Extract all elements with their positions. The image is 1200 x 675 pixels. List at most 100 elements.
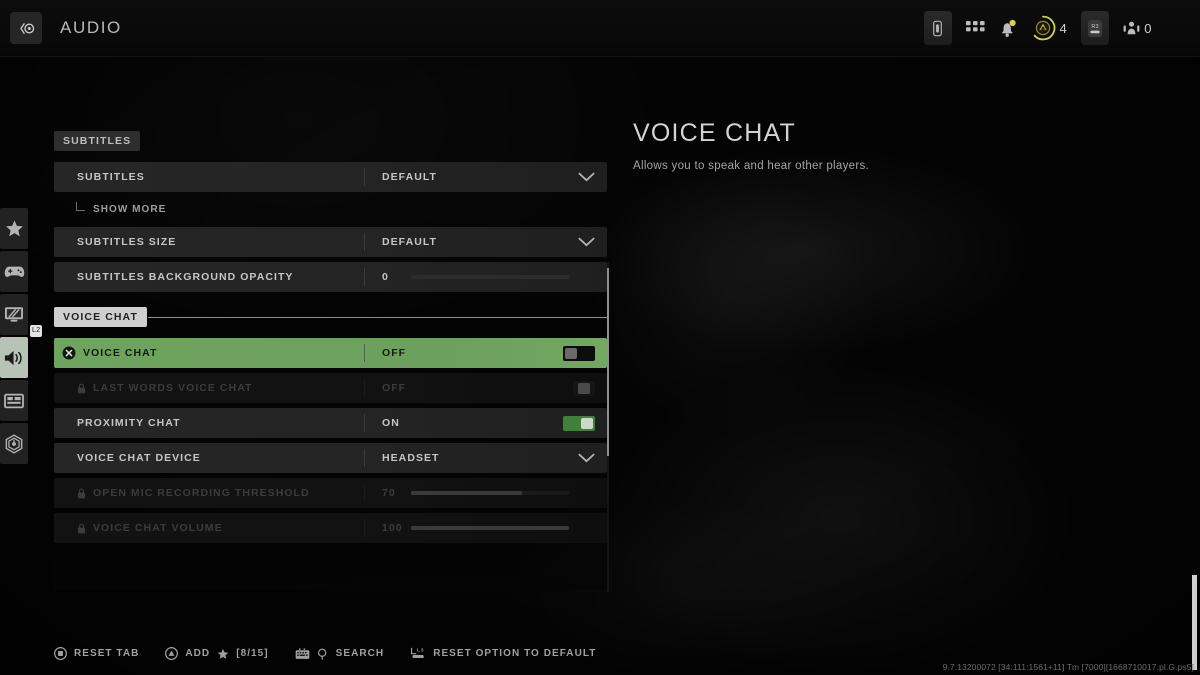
- party-members-group[interactable]: 0: [1123, 20, 1152, 37]
- section-header-voice-chat: VOICE CHAT: [54, 306, 607, 328]
- detail-description: Allows you to speak and hear other playe…: [633, 159, 869, 172]
- back-button[interactable]: [10, 12, 42, 44]
- toggle-knob: [578, 382, 590, 394]
- hint-count: [8/15]: [236, 648, 269, 659]
- button-hint-bar: RESET TAB ADD [8/15] SEARCH L3 RESET OPT…: [54, 646, 596, 661]
- settings-list: SUBTITLES SUBTITLES DEFAULT SHOW MORE SU…: [54, 130, 607, 590]
- proximity-chat-toggle[interactable]: [563, 415, 595, 431]
- row-control[interactable]: [578, 172, 607, 182]
- row-value: ON: [382, 417, 400, 429]
- row-value: DEFAULT: [382, 236, 437, 248]
- row-label: SUBTITLES: [77, 171, 145, 183]
- hint-reset-option-to-default[interactable]: L3 RESET OPTION TO DEFAULT: [410, 646, 596, 661]
- list-bottom-fade: [54, 550, 607, 590]
- grid-apps-button[interactable]: [965, 20, 985, 36]
- section-header-subtitles: SUBTITLES: [54, 130, 607, 152]
- section-rule: [141, 141, 607, 142]
- l2-bumper-badge: L2: [30, 325, 43, 337]
- sidebar-item-controller[interactable]: [0, 251, 28, 292]
- keyboard-icon: [295, 647, 310, 660]
- row-label: VOICE CHAT: [83, 347, 158, 359]
- slider-fill: [411, 526, 569, 530]
- svg-text:L3: L3: [417, 648, 424, 653]
- setting-row-voice-chat-device[interactable]: VOICE CHAT DEVICE HEADSET: [54, 443, 607, 473]
- sidebar-item-telemetry[interactable]: [0, 423, 28, 464]
- row-control: [573, 380, 607, 396]
- opacity-slider[interactable]: [411, 275, 569, 279]
- sidebar-item-favorites[interactable]: [0, 208, 28, 249]
- setting-row-proximity-chat[interactable]: PROXIMITY CHAT ON: [54, 408, 607, 438]
- chevron-down-icon: [578, 237, 595, 247]
- cross-button-icon: [62, 346, 76, 360]
- row-value: OFF: [382, 347, 407, 359]
- slider-fill: [411, 491, 522, 495]
- party-members-icon: [1123, 21, 1140, 34]
- row-control[interactable]: [578, 453, 607, 463]
- sidebar-item-graphics[interactable]: [0, 294, 28, 335]
- build-version-string: 9.7.13200072 [34:111:1561+11] Tm [7000][…: [942, 662, 1194, 672]
- hint-reset-tab[interactable]: RESET TAB: [54, 647, 139, 660]
- radar-icon: [5, 433, 23, 454]
- grid-apps-icon: [965, 20, 985, 31]
- square-button-icon: [54, 647, 67, 660]
- row-value: HEADSET: [382, 452, 440, 464]
- sidebar-item-interface[interactable]: [0, 380, 28, 421]
- row-label: PROXIMITY CHAT: [77, 417, 181, 429]
- r3-button-chip[interactable]: R3: [1081, 11, 1110, 45]
- setting-row-open-mic-recording-threshold: OPEN MIC RECORDING THRESHOLD 70: [54, 478, 607, 508]
- setting-row-subtitles[interactable]: SUBTITLES DEFAULT: [54, 162, 607, 192]
- setting-row-voice-chat[interactable]: VOICE CHAT OFF: [54, 338, 607, 368]
- setting-row-subtitles-background-opacity[interactable]: SUBTITLES BACKGROUND OPACITY 0: [54, 262, 607, 292]
- notifications-button[interactable]: [999, 19, 1016, 38]
- hint-label: RESET TAB: [74, 648, 140, 659]
- battery-chip[interactable]: [923, 11, 952, 45]
- lock-icon: [77, 523, 86, 534]
- hint-label: SEARCH: [335, 648, 385, 659]
- setting-row-subtitles-size[interactable]: SUBTITLES SIZE DEFAULT: [54, 227, 607, 257]
- row-label: VOICE CHAT VOLUME: [93, 522, 223, 534]
- toggle-knob: [565, 347, 577, 359]
- setting-row-last-words-voice-chat: LAST WORDS VOICE CHAT OFF: [54, 373, 607, 403]
- page-scroll-indicator[interactable]: [1192, 575, 1197, 670]
- notifications-bell-icon: [1001, 19, 1016, 37]
- r3-button-icon: R3: [1088, 19, 1103, 37]
- top-bar: AUDIO 4 R3 0: [0, 0, 1200, 57]
- open-mic-threshold-slider: [411, 491, 569, 495]
- show-more-label: SHOW MORE: [93, 203, 167, 215]
- toggle-knob: [581, 417, 593, 429]
- hint-search[interactable]: SEARCH: [295, 647, 385, 660]
- row-control[interactable]: [563, 345, 607, 361]
- last-words-voice-chat-toggle: [573, 380, 595, 396]
- show-more-button[interactable]: SHOW MORE: [76, 197, 607, 221]
- row-label: SUBTITLES BACKGROUND OPACITY: [77, 271, 294, 283]
- row-control[interactable]: [563, 415, 607, 431]
- row-label: LAST WORDS VOICE CHAT: [93, 382, 253, 394]
- chevron-down-icon: [578, 453, 595, 463]
- row-label: OPEN MIC RECORDING THRESHOLD: [93, 487, 310, 499]
- sidebar-item-audio[interactable]: [0, 337, 28, 378]
- row-value: DEFAULT: [382, 171, 437, 183]
- row-label-wrap: VOICE CHAT: [54, 346, 364, 360]
- currency-token-button[interactable]: [1030, 15, 1056, 41]
- settings-scrollbar-thumb[interactable]: [607, 268, 609, 456]
- speaker-icon: [4, 350, 22, 365]
- hint-label: ADD: [185, 648, 211, 659]
- back-circle-icon: [19, 22, 34, 34]
- audio-settings-screen: AUDIO 4 R3 0 L2 SUBTITLES SUBTITLES DEFA…: [0, 0, 1200, 675]
- currency-token-icon: [1033, 15, 1055, 41]
- page-title: AUDIO: [60, 18, 122, 37]
- lock-icon: [77, 383, 86, 394]
- voice-chat-toggle[interactable]: [563, 345, 595, 361]
- party-members-button[interactable]: [1123, 20, 1140, 37]
- triangle-button-icon: [165, 647, 179, 660]
- token-count: 4: [1059, 20, 1068, 36]
- row-value-numeric: 70: [382, 487, 396, 499]
- setting-row-voice-chat-volume: VOICE CHAT VOLUME 100: [54, 513, 607, 543]
- currency-token-group[interactable]: 4: [1030, 15, 1068, 41]
- hint-add-favorite[interactable]: ADD [8/15]: [165, 647, 268, 660]
- hint-label: RESET OPTION TO DEFAULT: [433, 648, 597, 659]
- row-label-wrap: VOICE CHAT VOLUME: [54, 522, 364, 534]
- section-rule: [147, 316, 607, 318]
- row-control[interactable]: [578, 237, 607, 247]
- category-rail: [0, 208, 28, 464]
